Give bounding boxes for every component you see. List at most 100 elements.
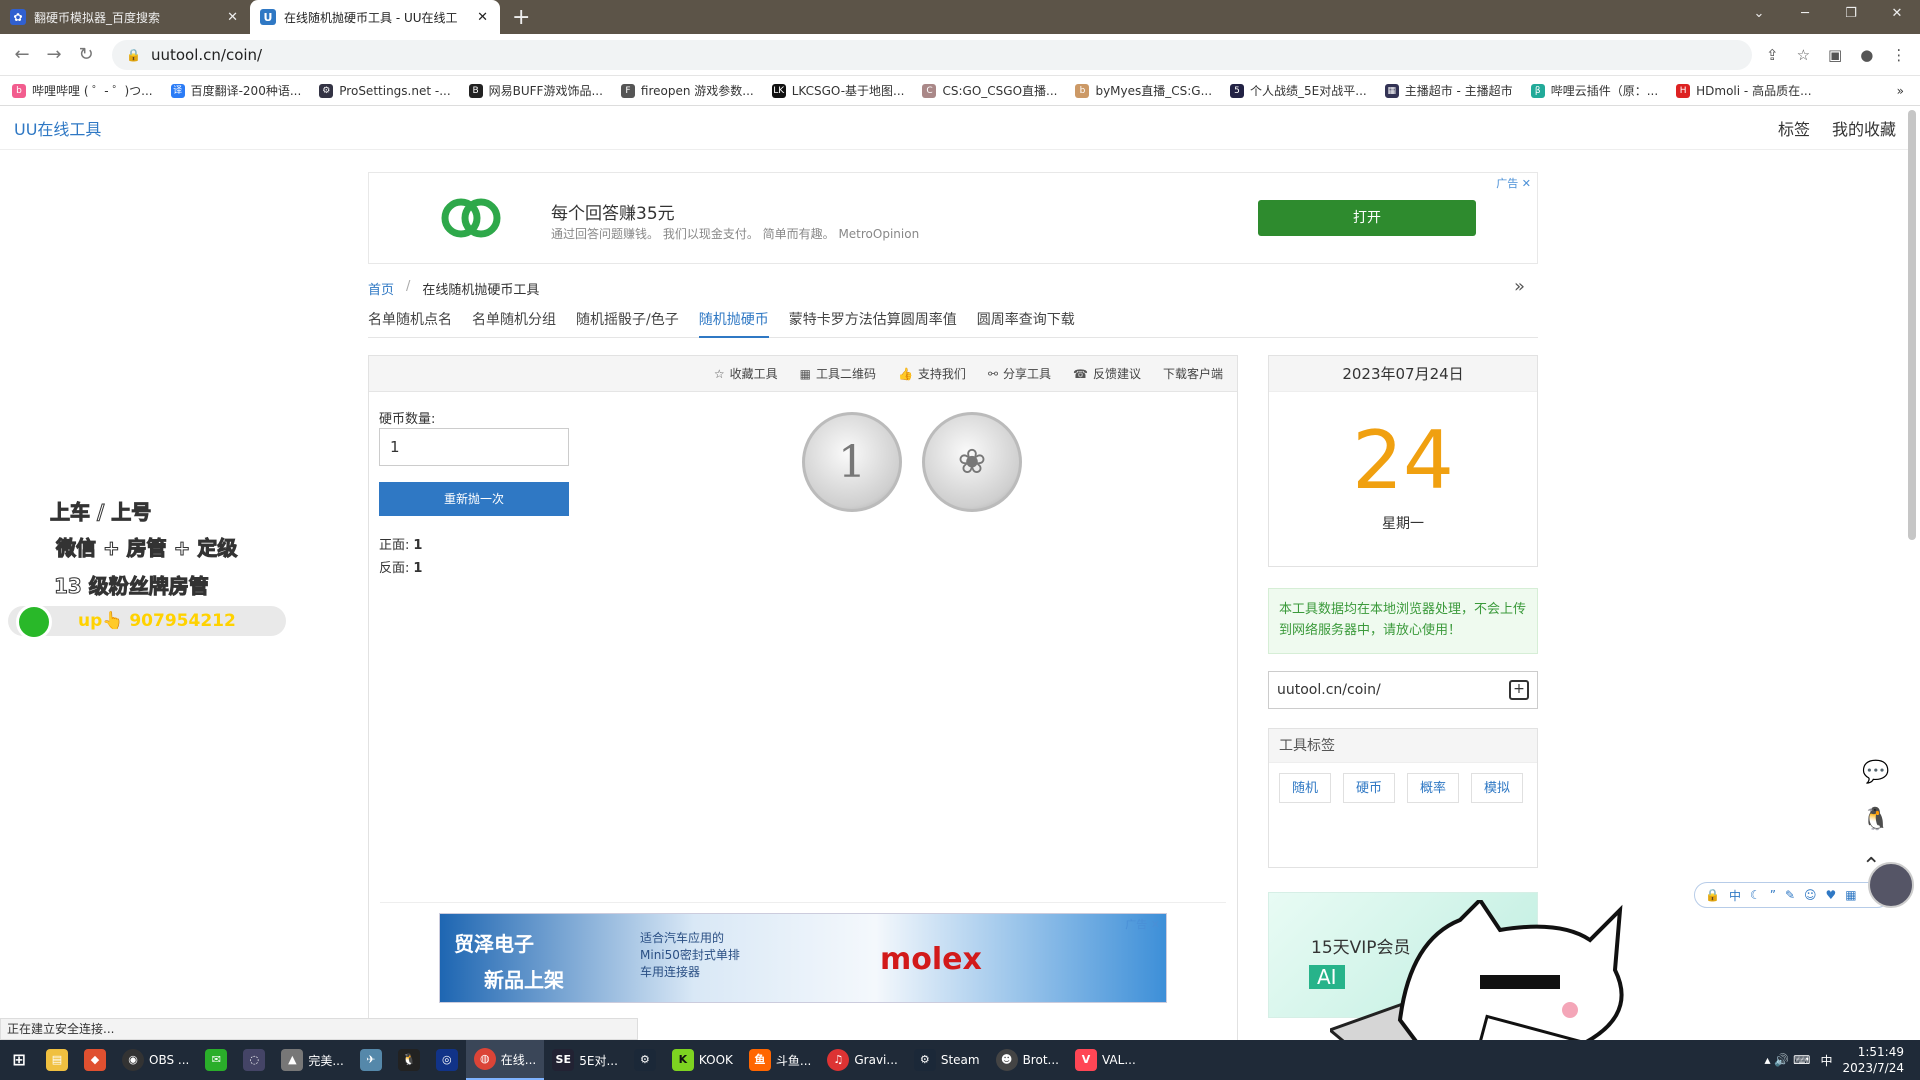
taskbar-app4[interactable]: ◎ <box>428 1040 466 1080</box>
taskbar-steam-small[interactable]: ⚙ <box>626 1040 664 1080</box>
tray-icons[interactable]: ▴ 🔊 ⌨ <box>1765 1053 1811 1067</box>
bookmark-csgo-live[interactable]: C CS:GO_CSGO直播... <box>922 82 1057 99</box>
bookmark-anchor-market[interactable]: ▦ 主播超市 - 主播超市 <box>1384 82 1513 99</box>
rethrow-button[interactable]: 重新抛一次 <box>379 482 569 516</box>
taskbar-app[interactable]: ◆ <box>76 1040 114 1080</box>
reload-icon[interactable]: ↻ <box>70 44 102 65</box>
bookmark-buff[interactable]: B 网易BUFF游戏饰品... <box>468 82 603 99</box>
ad-title: 每个回答赚35元 <box>551 204 675 224</box>
close-tab-icon[interactable]: ✕ <box>477 10 488 25</box>
bookmark-prosettings[interactable]: ⚙ ProSettings.net -... <box>319 83 451 98</box>
taskbar-douyu[interactable]: 鱼斗鱼... <box>741 1040 819 1080</box>
taskbar-5e[interactable]: SE 5E对... <box>544 1040 626 1080</box>
taskbar-qq[interactable]: 🐧 <box>390 1040 428 1080</box>
taskbar-perfect[interactable]: ▲ 完美... <box>273 1040 351 1080</box>
favorites-link[interactable]: 我的收藏 <box>1832 116 1896 140</box>
market-icon: ▦ <box>1384 83 1399 98</box>
profile-icon[interactable]: ● <box>1860 46 1873 64</box>
tag-probability[interactable]: 概率 <box>1407 773 1460 803</box>
steam-small-icon: ⚙ <box>633 1049 656 1071</box>
ad-close-tag[interactable]: 广告 ✕ <box>1496 175 1531 191</box>
taskbar-app3[interactable]: ✈ <box>352 1040 390 1080</box>
taskbar-netease[interactable]: ♫ Gravi... <box>819 1040 905 1080</box>
menu-icon[interactable]: ⋮ <box>1891 46 1906 64</box>
ime-avatar[interactable] <box>1868 862 1914 908</box>
tag-coin[interactable]: 硬币 <box>1343 773 1396 803</box>
url-field[interactable]: 🔒 uutool.cn/coin/ <box>112 39 1752 70</box>
bookmark-bilibili[interactable]: b 哔哩哔哩 ( ゜- ゜)つ... <box>12 82 153 99</box>
taskbar-app2[interactable]: ◌ <box>235 1040 273 1080</box>
site-logo[interactable]: UU在线工具 <box>14 116 101 140</box>
qrcode-button[interactable]: ▦ 工具二维码 <box>800 365 876 382</box>
coin-count-input[interactable]: 1 <box>379 428 569 466</box>
tag-simulation[interactable]: 模拟 <box>1471 773 1524 803</box>
bookmark-bymyes[interactable]: b byMyes直播_CS:G... <box>1075 82 1212 99</box>
tails-result: 反面: 1 <box>379 557 422 576</box>
browser-tab-uutool[interactable]: U 在线随机抛硬币工具 - UU在线工 ✕ <box>250 0 500 34</box>
favorite-tool-button[interactable]: ☆ 收藏工具 <box>714 365 778 382</box>
tab-pi-download[interactable]: 圆周率查询下载 <box>977 308 1075 338</box>
bookmark-fireopen[interactable]: Ffireopen 游戏参数... <box>620 82 754 99</box>
support-button[interactable]: 👍 支持我们 <box>898 365 966 382</box>
windows-taskbar: ⊞ ▤ ◆ ◉ OBS ... ✉ ◌ ▲ 完美... ✈ 🐧 ◎ ◍ 在线... S… <box>0 1040 1920 1080</box>
sidepanel-icon[interactable]: ▣ <box>1828 46 1842 64</box>
share-button[interactable]: ⚯ 分享工具 <box>988 365 1051 382</box>
ad-close-tag[interactable]: 广告 ✕ <box>1125 916 1160 932</box>
new-tab-button[interactable]: + <box>500 0 542 34</box>
ime-grid-icon: ▦ <box>1845 888 1857 902</box>
feedback-button[interactable]: ☎ 反馈建议 <box>1073 365 1141 382</box>
clock[interactable]: 1:51:49 2023/7/24 <box>1842 1044 1904 1076</box>
share-icon[interactable]: ⇪ <box>1766 46 1779 64</box>
tab-dice[interactable]: 随机摇骰子/色子 <box>576 308 679 338</box>
star-icon: ☆ <box>713 367 725 381</box>
taskbar-kook[interactable]: K KOOK <box>664 1040 741 1080</box>
qq-float-icon[interactable]: 🐧 <box>1862 807 1889 832</box>
wechat-float-icon[interactable]: 💬 <box>1862 760 1889 785</box>
5e-icon: SE <box>552 1049 575 1071</box>
taskbar-chrome[interactable]: ◍ 在线... <box>465 1040 545 1080</box>
taskbar-valorant[interactable]: V VAL... <box>1067 1040 1144 1080</box>
back-icon[interactable]: ← <box>6 44 38 65</box>
ime-toolbar[interactable]: 🔒 中 ☾ ” ✎ ☺ ♥ ▦ <box>1694 882 1890 908</box>
tab-coin-flip[interactable]: 随机抛硬币 <box>698 308 769 338</box>
taskbar-obs[interactable]: ◉ OBS ... <box>114 1040 197 1080</box>
tab-roll-call[interactable]: 名单随机点名 <box>368 308 452 338</box>
close-window-button[interactable]: ✕ <box>1874 0 1920 30</box>
taskbar-wechat[interactable]: ✉ <box>197 1040 235 1080</box>
minimize-button[interactable]: ─ <box>1782 0 1828 30</box>
tray-ime[interactable]: 中 <box>1820 1052 1832 1069</box>
taskbar-folder[interactable]: ▤ <box>38 1040 76 1080</box>
heads-value: 1 <box>413 538 423 553</box>
more-bookmarks-icon[interactable]: » <box>1897 84 1904 98</box>
taskbar-brot[interactable]: ☻ Brot... <box>988 1040 1067 1080</box>
bookmark-hdmoli[interactable]: H HDmoli - 高品质在... <box>1676 82 1812 99</box>
bookmark-5e-stats[interactable]: 5 个人战绩_5E对战平... <box>1230 82 1367 99</box>
taskbar-steam[interactable]: ⚙ Steam <box>906 1040 988 1080</box>
ime-tools-icon: ✎ <box>1784 888 1796 902</box>
start-button[interactable]: ⊞ <box>0 1040 38 1080</box>
tab-monte-carlo[interactable]: 蒙特卡罗方法估算圆周率值 <box>789 308 957 338</box>
star-icon[interactable]: ☆ <box>1797 46 1810 64</box>
copy-icon[interactable]: + <box>1509 680 1529 700</box>
tags-link[interactable]: 标签 <box>1778 116 1810 140</box>
ime-mode: 中 <box>1728 888 1741 903</box>
expand-icon[interactable]: » <box>1514 276 1525 297</box>
download-client-button[interactable]: 下载客户端 <box>1163 365 1223 382</box>
breadcrumb-home[interactable]: 首页 <box>368 279 394 298</box>
tab-random-group[interactable]: 名单随机分组 <box>472 308 556 338</box>
browser-tab-baidu[interactable]: ✿ 翻硬币模拟器_百度搜索 ✕ <box>0 0 250 34</box>
forward-icon[interactable]: → <box>38 44 70 65</box>
bookmark-lkcsgo[interactable]: LK LKCSGO-基于地图... <box>771 82 904 99</box>
top-ad-banner[interactable]: 每个回答赚35元 通过回答问题赚钱。 我们以现金支付。 简单而有趣。 Metro… <box>368 172 1538 264</box>
close-tab-icon[interactable]: ✕ <box>227 10 238 25</box>
valorant-icon: V <box>1074 1049 1097 1071</box>
bookmark-baidu-translate[interactable]: 译百度翻译-200种语... <box>170 82 301 99</box>
maximize-button[interactable]: ❐ <box>1828 0 1874 30</box>
bottom-ad-banner[interactable]: 贸泽电子 新品上架 适合汽车应用的 Mini50密封式单排 车用连接器 mole… <box>439 913 1167 1003</box>
bookmark-bili-cloud[interactable]: β 哔哩云插件（原：... <box>1530 82 1658 99</box>
ad-open-button[interactable]: 打开 <box>1258 200 1476 236</box>
page-scrollbar[interactable] <box>1908 110 1916 540</box>
browser-actions: ⇪ ☆ ▣ ● ⋮ <box>1766 46 1906 64</box>
tag-random[interactable]: 随机 <box>1279 773 1332 803</box>
tab-search-icon[interactable]: ⌄ <box>1736 0 1782 30</box>
